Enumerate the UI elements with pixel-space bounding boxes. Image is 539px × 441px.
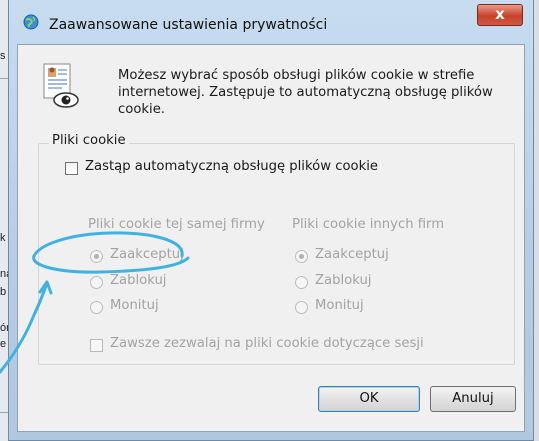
session-cookie-label[interactable]: Zawsze zezwalaj na pliki cookie dotycząc… xyxy=(110,336,424,351)
third-party-header: Pliki cookie innych firm xyxy=(292,217,445,232)
background-text: k xyxy=(0,232,6,244)
ok-button[interactable]: OK xyxy=(318,386,420,412)
info-description: Możesz wybrać sposób obsługi plików cook… xyxy=(118,68,493,117)
first-party-prompt-label[interactable]: Monituj xyxy=(110,298,159,313)
third-party-prompt-radio[interactable] xyxy=(295,301,308,314)
background-text: s xyxy=(0,50,6,62)
first-party-header: Pliki cookie tej samej firmy xyxy=(88,217,265,232)
third-party-block-label[interactable]: Zablokuj xyxy=(315,273,371,288)
privacy-settings-dialog: Zaawansowane ustawienia prywatności x Mo… xyxy=(8,0,534,441)
first-party-accept-label[interactable]: Zaakceptuj xyxy=(110,247,184,262)
dialog-title: Zaawansowane ustawienia prywatności xyxy=(49,17,328,33)
background-text: b xyxy=(0,286,7,298)
first-party-block-label[interactable]: Zablokuj xyxy=(110,273,166,288)
globe-icon xyxy=(23,14,39,30)
session-cookie-checkbox[interactable] xyxy=(90,339,103,352)
cancel-button[interactable]: Anuluj xyxy=(430,386,516,412)
override-cookie-checkbox[interactable] xyxy=(65,162,78,175)
privacy-document-eye-icon xyxy=(43,63,79,108)
third-party-accept-radio[interactable] xyxy=(295,250,308,263)
override-cookie-label[interactable]: Zastąp automatyczną obsługę plików cooki… xyxy=(85,159,378,174)
title-bar[interactable]: Zaawansowane ustawienia prywatności x xyxy=(9,0,533,40)
first-party-prompt-radio[interactable] xyxy=(90,301,103,314)
first-party-accept-radio[interactable] xyxy=(90,250,103,263)
close-button[interactable]: x xyxy=(477,4,523,26)
third-party-block-radio[interactable] xyxy=(295,276,308,289)
first-party-block-radio[interactable] xyxy=(90,276,103,289)
cookies-group-label: Pliki cookie xyxy=(49,133,129,148)
dialog-content: Możesz wybrać sposób obsługi plików cook… xyxy=(17,44,525,432)
background-text: e xyxy=(0,338,7,350)
third-party-accept-label[interactable]: Zaakceptuj xyxy=(315,247,389,262)
third-party-prompt-label[interactable]: Monituj xyxy=(315,298,364,313)
